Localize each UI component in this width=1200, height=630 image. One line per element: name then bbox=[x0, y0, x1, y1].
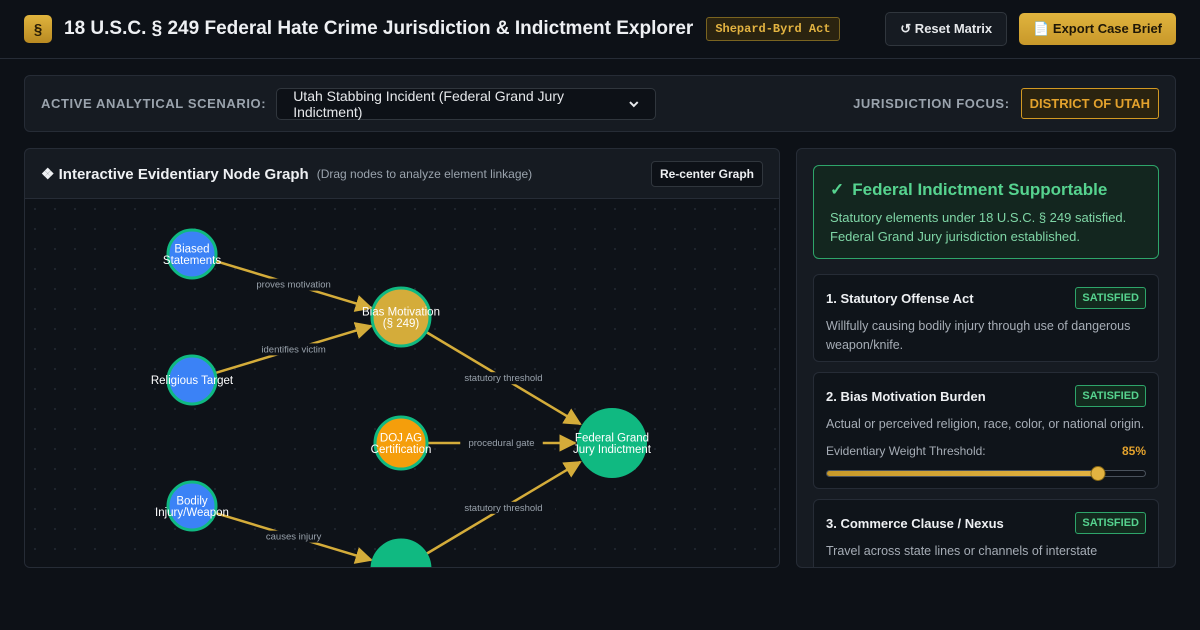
node-label: Biased bbox=[174, 243, 209, 255]
element-card[interactable]: 3. Commerce Clause / Nexus SATISFIED Tra… bbox=[813, 499, 1159, 567]
node-doj-ag[interactable]: DOJ AGCertification bbox=[371, 415, 432, 471]
scenario-label: ACTIVE ANALYTICAL SCENARIO: bbox=[41, 96, 267, 111]
node-bias-motivation[interactable]: Bias Motivation(§ 249) bbox=[362, 286, 440, 348]
slider-fill bbox=[827, 471, 1098, 476]
node-label: Federal Grand bbox=[575, 432, 649, 444]
element-title: 1. Statutory Offense Act bbox=[826, 290, 974, 306]
graph-canvas[interactable]: proves motivation identifies victim statut… bbox=[25, 199, 780, 568]
checkmark-icon: ✓ bbox=[830, 180, 845, 199]
edge-label: identifies victim bbox=[261, 344, 325, 355]
node-label: Bias Motivation bbox=[362, 306, 440, 318]
node-bodily-injury[interactable]: BodilyInjury/Weapon bbox=[155, 480, 229, 532]
node-label: Statements bbox=[163, 255, 221, 267]
scenario-bar: ACTIVE ANALYTICAL SCENARIO: Utah Stabbin… bbox=[24, 75, 1176, 132]
status-badge: SATISFIED bbox=[1075, 385, 1146, 407]
recenter-graph-button[interactable]: Re-center Graph bbox=[650, 160, 763, 187]
graph-svg[interactable]: proves motivation identifies victim statut… bbox=[25, 199, 780, 568]
edge-label: statutory threshold bbox=[464, 503, 542, 514]
node-label: (§ 249) bbox=[383, 318, 420, 330]
node-label: Religious Target bbox=[151, 375, 234, 387]
analysis-panel: ✓ Federal Indictment Supportable Statuto… bbox=[796, 148, 1176, 568]
threshold-value: 85% bbox=[1121, 444, 1146, 458]
element-description: Travel across state lines or channels of… bbox=[826, 544, 1098, 567]
status-badge: SATISFIED bbox=[1075, 287, 1146, 309]
graph-header: ❖ Interactive Evidentiary Node Graph (Dr… bbox=[25, 149, 779, 199]
export-case-brief-button[interactable]: 📄 Export Case Brief bbox=[1019, 13, 1176, 45]
node-label: Injury/Weapon bbox=[155, 507, 229, 519]
node-graph-panel: ❖ Interactive Evidentiary Node Graph (Dr… bbox=[24, 148, 780, 568]
element-title: 2. Bias Motivation Burden bbox=[826, 388, 986, 404]
element-description: Actual or perceived religion, race, colo… bbox=[826, 417, 1145, 431]
threshold-label: Evidentiary Weight Threshold: bbox=[826, 444, 986, 458]
app-title: 18 U.S.C. § 249 Federal Hate Crime Juris… bbox=[64, 18, 694, 39]
element-card[interactable]: 2. Bias Motivation Burden SATISFIED Actu… bbox=[813, 372, 1159, 489]
element-card[interactable]: 1. Statutory Offense Act SATISFIED Willf… bbox=[813, 274, 1159, 362]
statute-logo-icon: § bbox=[24, 15, 52, 43]
node-label: Certification bbox=[371, 444, 432, 456]
jurisdiction-badge: DISTRICT OF UTAH bbox=[1020, 88, 1159, 119]
scenario-select-value: Utah Stabbing Incident (Federal Grand Ju… bbox=[293, 87, 564, 120]
node-biased-statements[interactable]: BiasedStatements bbox=[163, 228, 221, 280]
graph-title: ❖ Interactive Evidentiary Node Graph bbox=[41, 165, 309, 183]
verdict-title: Federal Indictment Supportable bbox=[852, 180, 1108, 199]
node-circle[interactable] bbox=[370, 538, 432, 568]
status-badge: SATISFIED bbox=[1075, 512, 1146, 534]
edge-label: causes injury bbox=[266, 532, 322, 543]
app-header: § 18 U.S.C. § 249 Federal Hate Crime Jur… bbox=[0, 0, 1200, 59]
reset-matrix-button[interactable]: ↺ Reset Matrix bbox=[885, 12, 1008, 46]
verdict-card: ✓ Federal Indictment Supportable Statuto… bbox=[813, 165, 1159, 259]
slider-thumb[interactable] bbox=[1090, 466, 1106, 481]
scenario-select[interactable]: Utah Stabbing Incident (Federal Grand Ju… bbox=[276, 87, 657, 120]
edge-label: procedural gate bbox=[468, 438, 534, 449]
jurisdiction-label: JURISDICTION FOCUS: bbox=[853, 96, 1010, 111]
chevron-down-icon bbox=[628, 100, 638, 107]
node-label: Bodily bbox=[176, 495, 208, 507]
verdict-text: Statutory elements under 18 U.S.C. § 249… bbox=[830, 210, 1127, 244]
node-religious-target[interactable]: Religious Target bbox=[151, 354, 234, 406]
element-title: 3. Commerce Clause / Nexus bbox=[826, 515, 1004, 531]
threshold-slider[interactable] bbox=[826, 466, 1146, 482]
node-label: DOJ AG bbox=[380, 432, 422, 444]
edge-label: statutory threshold bbox=[464, 373, 542, 384]
node-offense-act[interactable] bbox=[370, 538, 432, 568]
node-federal-grand-jury[interactable]: Federal GrandJury Indictment bbox=[573, 408, 652, 478]
act-badge: Shepard-Byrd Act bbox=[706, 17, 840, 41]
edge-label: proves motivation bbox=[256, 280, 330, 291]
graph-subtitle: (Drag nodes to analyze element linkage) bbox=[316, 166, 533, 181]
node-label: Jury Indictment bbox=[573, 444, 652, 456]
element-description: Willfully causing bodily injury through … bbox=[826, 319, 1131, 352]
